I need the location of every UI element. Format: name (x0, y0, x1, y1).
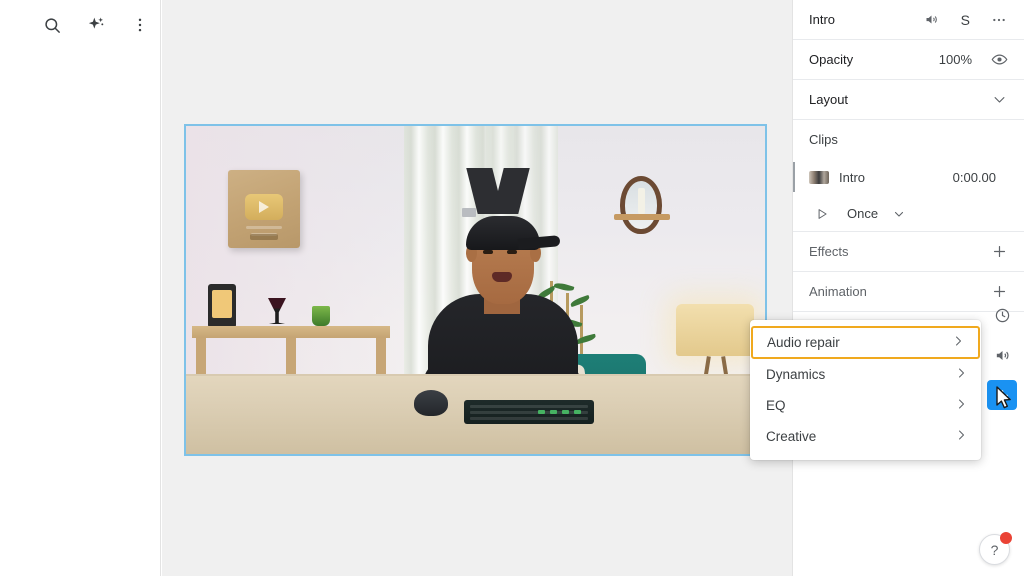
opacity-label: Opacity (809, 52, 854, 67)
scene-keyboard (464, 400, 594, 424)
menu-item-label: Creative (766, 429, 817, 444)
clip-thumbnail (809, 170, 829, 184)
volume-icon[interactable] (987, 340, 1017, 370)
effects-label: Effects (809, 244, 849, 259)
menu-item-eq[interactable]: EQ (750, 390, 981, 421)
scene-mouse (414, 390, 448, 416)
timer-icon[interactable] (987, 300, 1017, 330)
chevron-right-icon (955, 367, 967, 382)
video-preview-selected[interactable] (184, 124, 767, 456)
menu-item-dynamics[interactable]: Dynamics (750, 359, 981, 390)
magic-sparkle-icon[interactable] (82, 11, 110, 39)
eye-icon[interactable] (988, 49, 1010, 71)
clip-title-label: Intro (809, 12, 836, 27)
scene-lantern (208, 284, 236, 328)
chevron-right-icon (955, 429, 967, 444)
scene-floor-lamp (676, 304, 754, 356)
properties-panel: Intro S Opacity 100% Layout Clips Intro … (792, 0, 1024, 576)
solo-button[interactable]: S (959, 12, 972, 28)
play-icon[interactable] (811, 203, 833, 225)
loop-mode-label: Once (847, 206, 879, 221)
add-icon[interactable] (987, 380, 1017, 410)
chevron-down-icon[interactable] (988, 89, 1010, 111)
layout-label: Layout (809, 92, 849, 107)
clip-selected-indicator (793, 162, 795, 192)
scene-green-glass (312, 306, 330, 326)
effects-row[interactable]: Effects (793, 232, 1024, 272)
menu-item-creative[interactable]: Creative (750, 421, 981, 452)
loop-mode-row[interactable]: Once (793, 196, 1024, 232)
speaker-icon[interactable] (921, 9, 943, 31)
rail-toolbar (0, 0, 160, 39)
menu-item-label: Audio repair (767, 335, 840, 350)
opacity-row[interactable]: Opacity 100% (793, 40, 1024, 80)
animation-label: Animation (809, 284, 867, 299)
more-vertical-icon[interactable] (126, 11, 154, 39)
help-label: ? (990, 541, 999, 558)
more-horizontal-icon[interactable] (988, 9, 1010, 31)
scene-console-table (192, 326, 390, 338)
clip-timecode: 0:00.00 (952, 169, 996, 185)
plus-icon[interactable] (988, 241, 1010, 263)
menu-item-audio-repair[interactable]: Audio repair (751, 326, 980, 359)
menu-item-label: Dynamics (766, 367, 826, 382)
video-frame (186, 126, 765, 454)
opacity-value[interactable]: 100% (939, 52, 972, 67)
audio-effects-context-menu: Audio repair Dynamics EQ Creative (750, 320, 981, 460)
chevron-down-icon[interactable] (892, 203, 906, 225)
clip-list-item-intro[interactable]: Intro 0:00.00 (793, 158, 1024, 196)
clips-section-label: Clips (809, 131, 838, 147)
scene-sconce-shelf (614, 214, 670, 220)
audio-tools-column (980, 300, 1024, 410)
clip-name: Intro (839, 169, 866, 185)
chevron-right-icon (952, 335, 964, 350)
menu-item-label: EQ (766, 398, 786, 413)
chevron-right-icon (955, 398, 967, 413)
app-root: Intro S Opacity 100% Layout Clips Intro … (0, 0, 1024, 576)
scene-candle (638, 188, 645, 214)
layout-row[interactable]: Layout (793, 80, 1024, 120)
left-tool-rail (0, 0, 161, 576)
clip-title-row[interactable]: Intro S (793, 0, 1024, 40)
scene-gold-play-button-plaque (228, 170, 300, 248)
search-icon[interactable] (38, 11, 66, 39)
help-notification-badge (1000, 532, 1012, 544)
